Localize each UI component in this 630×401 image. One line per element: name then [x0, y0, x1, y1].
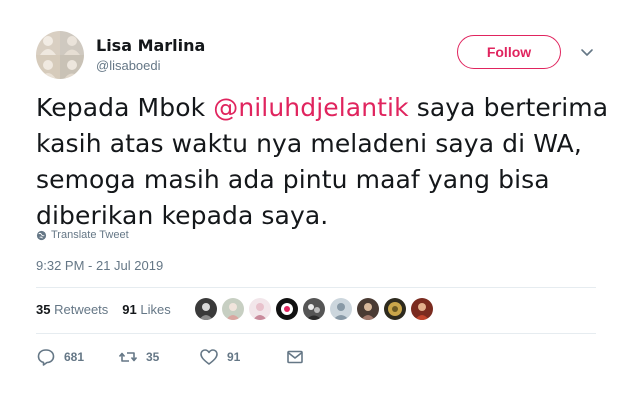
tweet-actions: 681 35 91: [36, 346, 305, 368]
liker-avatar[interactable]: [276, 298, 298, 320]
liker-avatar[interactable]: [411, 298, 433, 320]
tweet-text: Kepada Mbok @niluhdjelantik saya berteri…: [36, 90, 611, 234]
tweet-card: Lisa Marlina @lisaboedi Follow Kepada Mb…: [0, 0, 630, 401]
reply-icon: [36, 347, 56, 367]
liker-avatar[interactable]: [384, 298, 406, 320]
direct-message-button[interactable]: [285, 347, 305, 367]
like-count: 91: [227, 350, 241, 364]
tweet-timestamp[interactable]: 9:32 PM - 21 Jul 2019: [36, 258, 163, 273]
heart-icon: [199, 347, 219, 367]
likes-count: 91: [122, 302, 137, 317]
caret-down-icon[interactable]: [579, 44, 595, 60]
tweet-stats: 35 Retweets 91 Likes: [36, 302, 179, 317]
tweet-text-before: Kepada Mbok: [36, 93, 214, 122]
retweet-icon: [118, 347, 138, 367]
reply-button[interactable]: 681: [36, 347, 118, 367]
liker-avatars: [195, 298, 433, 320]
likes-stat[interactable]: 91 Likes: [122, 302, 170, 317]
translate-label: Translate Tweet: [51, 229, 129, 241]
liker-avatar[interactable]: [249, 298, 271, 320]
liker-avatar[interactable]: [303, 298, 325, 320]
retweets-label: Retweets: [54, 302, 109, 317]
liker-avatar[interactable]: [195, 298, 217, 320]
liker-avatar[interactable]: [330, 298, 352, 320]
like-button[interactable]: 91: [199, 347, 285, 367]
reply-count: 681: [64, 350, 85, 364]
author-name[interactable]: Lisa Marlina: [96, 36, 205, 55]
mention-link[interactable]: @niluhdjelantik: [213, 93, 408, 122]
retweets-stat[interactable]: 35 Retweets: [36, 302, 108, 317]
globe-icon: [36, 230, 47, 241]
divider: [36, 333, 596, 334]
author-avatar[interactable]: [36, 31, 84, 79]
envelope-icon: [285, 347, 305, 367]
likes-label: Likes: [140, 302, 171, 317]
retweets-count: 35: [36, 302, 51, 317]
author-handle[interactable]: @lisaboedi: [96, 58, 161, 73]
retweet-count: 35: [146, 350, 160, 364]
follow-button[interactable]: Follow: [457, 35, 561, 69]
retweet-button[interactable]: 35: [118, 347, 199, 367]
divider: [36, 287, 596, 288]
translate-tweet-link[interactable]: Translate Tweet: [36, 229, 129, 241]
liker-avatar[interactable]: [222, 298, 244, 320]
liker-avatar[interactable]: [357, 298, 379, 320]
